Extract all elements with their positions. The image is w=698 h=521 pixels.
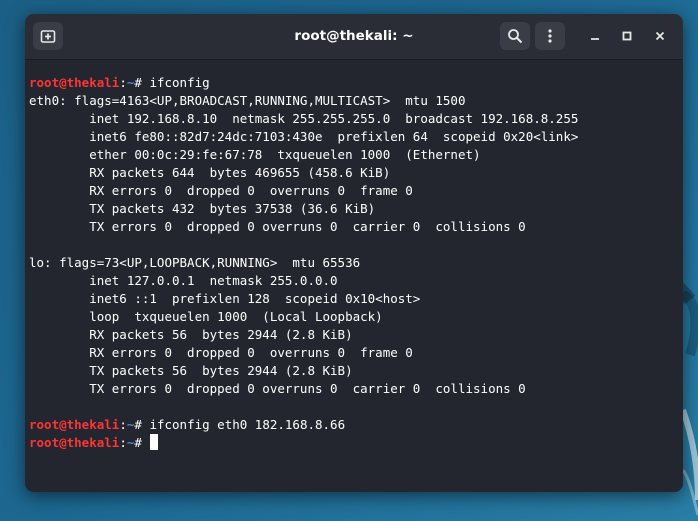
command-text: ifconfig (149, 75, 210, 90)
kebab-menu-icon (542, 28, 558, 44)
output-line: RX packets 56 bytes 2944 (2.8 KiB) (29, 327, 353, 342)
output-line: loop txqueuelen 1000 (Local Loopback) (29, 309, 383, 324)
prompt-user: root@thekali (29, 435, 120, 450)
output-line: TX errors 0 dropped 0 overruns 0 carrier… (29, 219, 526, 234)
prompt-user: root@thekali (29, 417, 120, 432)
output-line: TX packets 56 bytes 2944 (2.8 KiB) (29, 363, 353, 378)
output-line: TX packets 432 bytes 37538 (36.6 KiB) (29, 201, 376, 216)
search-icon (507, 28, 523, 44)
prompt-line: root@thekali:~# ifconfig eth0 182.168.8.… (29, 416, 578, 434)
new-tab-icon (40, 28, 56, 44)
prompt-symbol: # (134, 75, 150, 90)
output-line: RX errors 0 dropped 0 overruns 0 frame 0 (29, 183, 413, 198)
search-button[interactable] (500, 22, 530, 50)
minimize-icon (589, 27, 601, 46)
prompt-colon: : (119, 75, 127, 90)
new-tab-button[interactable] (33, 22, 63, 50)
output-line: inet6 ::1 prefixlen 128 scopeid 0x10<hos… (29, 291, 421, 306)
prompt-colon: : (119, 417, 127, 432)
text-cursor[interactable] (150, 434, 159, 450)
menu-button[interactable] (535, 22, 565, 50)
terminal-output-area[interactable]: root@thekali:~# ifconfig eth0: flags=4163… (25, 60, 683, 492)
terminal-lines: root@thekali:~# ifconfig eth0: flags=4163… (29, 74, 578, 452)
output-line: RX packets 644 bytes 469655 (458.6 KiB) (29, 165, 391, 180)
output-line: inet 192.168.8.10 netmask 255.255.255.0 … (29, 111, 579, 126)
prompt-user: root@thekali (29, 75, 120, 90)
close-button[interactable] (647, 23, 673, 49)
output-line: inet 127.0.0.1 netmask 255.0.0.0 (29, 273, 338, 288)
minimize-button[interactable] (582, 23, 608, 49)
prompt-symbol: # (134, 417, 150, 432)
output-line: ether 00:0c:29:fe:67:78 txqueuelen 1000 … (29, 147, 481, 162)
command-text: ifconfig eth0 182.168.8.66 (149, 417, 346, 432)
prompt-symbol: # (134, 435, 150, 450)
output-line: lo: flags=73<UP,LOOPBACK,RUNNING> mtu 65… (29, 255, 361, 270)
output-line: RX errors 0 dropped 0 overruns 0 frame 0 (29, 345, 413, 360)
prompt-colon: : (119, 435, 127, 450)
output-line: TX errors 0 dropped 0 overruns 0 carrier… (29, 381, 526, 396)
maximize-button[interactable] (614, 23, 640, 49)
output-line: inet6 fe80::82d7:24dc:7103:430e prefixle… (29, 129, 579, 144)
title-bar[interactable]: root@thekali: ~ (25, 14, 683, 60)
terminal-window: root@thekali: ~ root@thekali:~# ifconfig… (25, 14, 683, 492)
close-icon (654, 27, 666, 46)
prompt-line: root@thekali:~# ifconfig (29, 74, 578, 92)
output-line: eth0: flags=4163<UP,BROADCAST,RUNNING,MU… (29, 93, 466, 108)
maximize-icon (621, 27, 633, 46)
prompt-line: root@thekali:~# (29, 434, 578, 452)
